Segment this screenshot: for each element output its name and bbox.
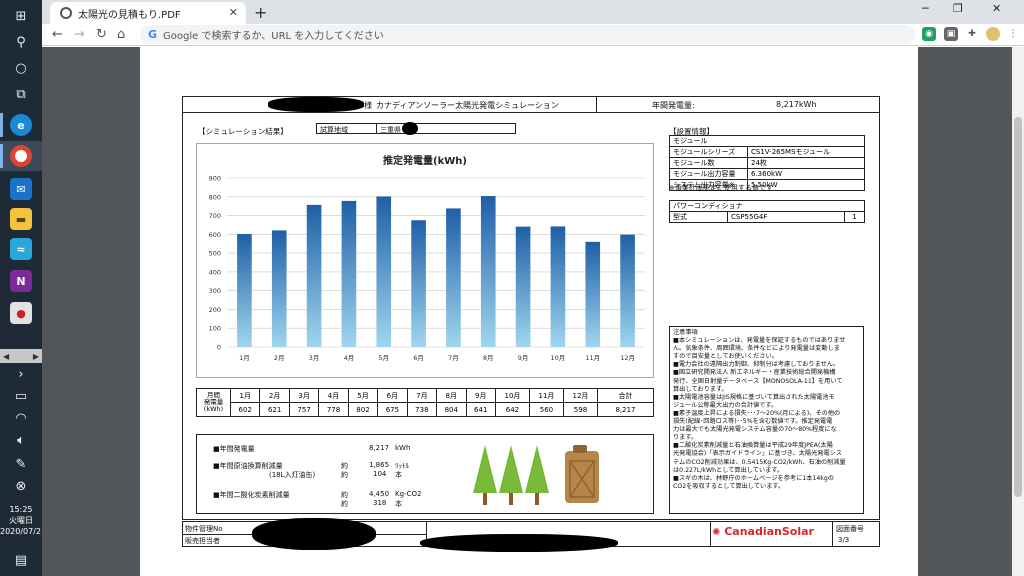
- pdf-page: 様 カナディアンソーラー太陽光発電シミュレーション 年間発電量: 8,217kW…: [140, 47, 918, 576]
- screen: ⊞ ⚲ ○ ⧉ e ✉ ▬ ≈ N ● ◀ ▶ › ▭ ◠ 🔈︎ ✎ ⊗ 15:2…: [0, 0, 1024, 576]
- notification-icon[interactable]: ▤: [0, 546, 42, 574]
- google-icon: G: [148, 28, 158, 41]
- puzzle-icon[interactable]: ✚: [965, 27, 979, 41]
- scrollbar-thumb[interactable]: [1014, 117, 1022, 497]
- taskbar: ⊞ ⚲ ○ ⧉ e ✉ ▬ ≈ N ● ◀ ▶ › ▭ ◠ 🔈︎ ✎ ⊗ 15:2…: [0, 0, 47, 576]
- edge-icon[interactable]: e: [10, 114, 32, 136]
- weather-app-icon[interactable]: ≈: [10, 238, 32, 260]
- pdf-scrollbar[interactable]: [1012, 47, 1024, 576]
- clock-time: 15:25: [9, 505, 33, 514]
- start-icon[interactable]: ⊞: [0, 2, 42, 30]
- redaction: [252, 518, 376, 550]
- header-suffix: 様: [364, 101, 372, 110]
- menu-icon[interactable]: ⋮: [1006, 27, 1020, 41]
- search-icon[interactable]: ⚲: [0, 28, 42, 56]
- home-button[interactable]: ⌂: [117, 27, 125, 42]
- app-icon[interactable]: ●: [10, 302, 32, 324]
- clock[interactable]: 15:25 火曜日 2020/07/21: [0, 504, 47, 537]
- annual-output-value: 8,217kWh: [776, 100, 817, 109]
- close-tab-icon[interactable]: ✕: [229, 6, 238, 19]
- redaction: [268, 97, 364, 112]
- close-circle-icon[interactable]: ⊗: [0, 472, 42, 500]
- avatar[interactable]: [986, 27, 1000, 41]
- tab-strip: 太陽光の見積もり.PDF ✕ + ─ ❐ ✕: [42, 0, 1024, 24]
- browser-tab[interactable]: 太陽光の見積もり.PDF ✕: [50, 2, 246, 24]
- task-view-icon[interactable]: ⧉: [0, 80, 42, 108]
- chrome-icon[interactable]: [10, 145, 32, 167]
- sun-icon: ✺: [712, 527, 721, 538]
- chrome-indicator: [0, 144, 3, 168]
- extension-icon[interactable]: ◉: [922, 27, 936, 41]
- annual-output-label: 年間発電量:: [652, 101, 695, 110]
- new-tab-button[interactable]: +: [254, 3, 267, 22]
- address-bar[interactable]: G Google で検索するか、URL を入力してください: [140, 25, 915, 44]
- browser-toolbar: ← → ↻ ⌂ G Google で検索するか、URL を入力してください ◉ …: [42, 24, 1024, 46]
- page-number: 3/3: [838, 536, 850, 544]
- maximize-button[interactable]: ❐: [953, 2, 963, 15]
- drawing-no-label: 図面番号: [836, 525, 864, 533]
- brand-name: CanadianSolar: [724, 525, 814, 538]
- clock-day: 火曜日: [9, 516, 33, 525]
- edge-indicator: [0, 113, 3, 137]
- cortana-icon[interactable]: ○: [0, 54, 42, 82]
- extension-shield-icon[interactable]: ▣: [944, 27, 958, 41]
- reload-button[interactable]: ↻: [96, 27, 107, 42]
- header-divider: [596, 96, 597, 113]
- forward-button[interactable]: →: [74, 27, 85, 42]
- clock-date: 2020/07/21: [0, 527, 47, 536]
- onenote-icon[interactable]: N: [10, 270, 32, 292]
- redaction: [420, 534, 618, 552]
- content-frame: [182, 113, 880, 520]
- property-no-label: 物件管理No: [185, 525, 223, 533]
- globe-icon: [60, 7, 72, 19]
- mail-icon[interactable]: ✉: [10, 178, 32, 200]
- back-button[interactable]: ←: [52, 27, 63, 42]
- footer-divider: [832, 521, 833, 547]
- pdf-viewer: 様 カナディアンソーラー太陽光発電シミュレーション 年間発電量: 8,217kW…: [42, 47, 1024, 576]
- footer-divider: [710, 521, 711, 547]
- close-window-button[interactable]: ✕: [992, 2, 1001, 15]
- header-title: カナディアンソーラー太陽光発電シミュレーション: [376, 101, 559, 110]
- sales-rep-label: 販売担当者: [185, 537, 220, 545]
- file-explorer-icon[interactable]: ▬: [10, 208, 32, 230]
- tab-title: 太陽光の見積もり.PDF: [78, 9, 181, 21]
- brand-logo: ✺ CanadianSolar: [712, 525, 814, 538]
- minimize-button[interactable]: ─: [922, 2, 929, 15]
- address-placeholder: Google で検索するか、URL を入力してください: [163, 31, 384, 42]
